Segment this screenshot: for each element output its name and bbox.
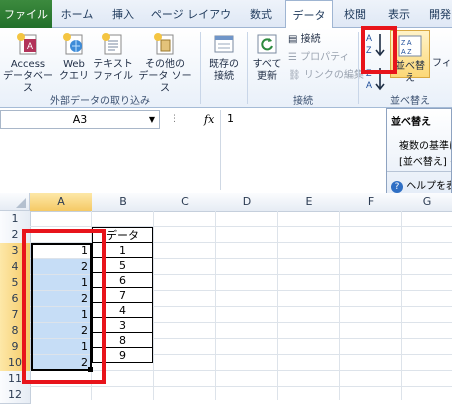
existing-label-1: 既存の <box>209 59 239 70</box>
gridline <box>215 211 216 400</box>
other-sources-button[interactable]: その他の データ ソース <box>134 32 196 95</box>
highlight-box-column-a <box>22 229 106 384</box>
other-sources-icon <box>153 32 177 56</box>
group-separator <box>200 32 201 104</box>
web-label-2: クエリ <box>59 71 89 82</box>
ribbon-tab-bar: ファイル ホーム 挿入 ページ レイアウト 数式 データ 校閲 表示 開発 <box>0 0 452 51</box>
row-header[interactable]: 1 <box>0 211 31 228</box>
edit-links-button[interactable]: ⛓ リンクの編集 <box>288 68 364 83</box>
text-file-icon <box>101 32 125 56</box>
tab-review[interactable]: 校閲 <box>336 0 374 28</box>
group-separator <box>358 32 359 104</box>
column-header-b[interactable]: B <box>92 193 155 212</box>
formula-bar-splitter-icon[interactable]: ⋮ <box>170 112 180 126</box>
filter-button[interactable]: フィル <box>432 58 452 70</box>
connections-group-label: 接続 <box>293 96 313 107</box>
column-header-g[interactable]: G <box>402 193 452 212</box>
refresh-label-1: すべて <box>252 59 282 70</box>
column-header-d[interactable]: D <box>216 193 279 212</box>
properties-label: プロパティ <box>300 52 350 63</box>
tab-developer[interactable]: 開発 <box>420 0 452 28</box>
tooltip-line-2: [並べ替え] ダ <box>399 157 451 168</box>
row-header[interactable]: 12 <box>0 387 31 404</box>
name-box[interactable]: A3 ▼ <box>0 110 160 129</box>
connections-icon: ▤ <box>288 34 298 45</box>
select-all-corner[interactable] <box>0 193 30 211</box>
insert-function-button[interactable]: fx <box>204 111 218 128</box>
external-data-group-label: 外部データの取り込み <box>50 96 150 107</box>
tooltip-help-label: ヘルプを表 <box>406 181 452 192</box>
properties-icon: ☰ <box>288 52 297 63</box>
existing-label-2: 接続 <box>214 71 234 82</box>
refresh-icon <box>255 32 279 56</box>
text-file-button[interactable]: テキスト ファイル <box>92 32 134 83</box>
text-label-2: ファイル <box>93 71 133 82</box>
tab-view[interactable]: 表示 <box>380 0 418 28</box>
tooltip-title: 並べ替え <box>391 117 431 128</box>
svg-text:A Z: A Z <box>401 49 412 56</box>
edit-links-label: リンクの編集 <box>303 70 364 81</box>
existing-connections-icon <box>212 32 236 56</box>
gridline <box>30 386 452 387</box>
text-label-1: テキスト <box>93 59 133 70</box>
properties-button[interactable]: ☰ プロパティ <box>288 50 350 65</box>
sort-dialog-icon: Z A A Z <box>398 34 422 58</box>
tooltip-line-1: 複数の基準に <box>399 141 451 152</box>
sort-tooltip: 並べ替え 複数の基準に [並べ替え] ダ ? ヘルプを表 <box>386 108 452 200</box>
tooltip-divider <box>387 171 451 172</box>
access-label-1: Access <box>10 59 46 70</box>
gridline <box>277 211 278 400</box>
column-header-a[interactable]: A <box>30 193 93 212</box>
svg-text:A: A <box>366 80 372 90</box>
gridline <box>153 211 154 400</box>
refresh-all-button[interactable]: すべて 更新 <box>250 32 284 83</box>
existing-connections-button[interactable]: 既存の 接続 <box>204 32 244 83</box>
gridline <box>339 211 340 400</box>
refresh-label-2: 更新 <box>257 71 277 82</box>
svg-text:Z A: Z A <box>401 40 412 47</box>
tab-data[interactable]: データ <box>285 0 333 31</box>
tab-insert[interactable]: 挿入 <box>104 0 142 28</box>
edit-links-icon: ⛓ <box>288 70 301 81</box>
connections-label: 接続 <box>300 34 321 45</box>
sort-group-label: 並べ替え <box>390 96 430 107</box>
other-label-1: その他の <box>145 59 185 70</box>
tab-page-layout[interactable]: ページ レイアウト <box>146 0 236 51</box>
tab-home[interactable]: ホーム <box>56 0 98 28</box>
highlight-box-sort-button <box>361 26 397 74</box>
chevron-down-icon[interactable]: ▼ <box>149 111 155 128</box>
web-query-button[interactable]: Web クエリ <box>58 32 90 83</box>
svg-text:A: A <box>27 41 33 51</box>
access-button[interactable]: A Access データベース <box>2 32 54 95</box>
formula-value: 1 <box>227 112 234 125</box>
web-label-1: Web <box>63 59 85 70</box>
name-box-value: A3 <box>72 113 88 126</box>
column-header-e[interactable]: E <box>278 193 341 212</box>
group-separator <box>247 32 248 104</box>
formula-bar-blank <box>0 132 220 190</box>
tab-formulas[interactable]: 数式 <box>240 0 282 28</box>
formula-input[interactable]: 1 <box>220 110 387 190</box>
column-header-f[interactable]: F <box>340 193 403 212</box>
tab-file[interactable]: ファイル <box>0 0 52 28</box>
connections-button[interactable]: ▤ 接続 <box>288 32 321 47</box>
column-header-c[interactable]: C <box>154 193 217 212</box>
help-icon: ? <box>391 181 403 193</box>
tooltip-help-link[interactable]: ? ヘルプを表 <box>391 177 452 193</box>
access-icon: A <box>16 32 40 56</box>
gridline <box>401 211 402 400</box>
web-icon <box>62 32 86 56</box>
